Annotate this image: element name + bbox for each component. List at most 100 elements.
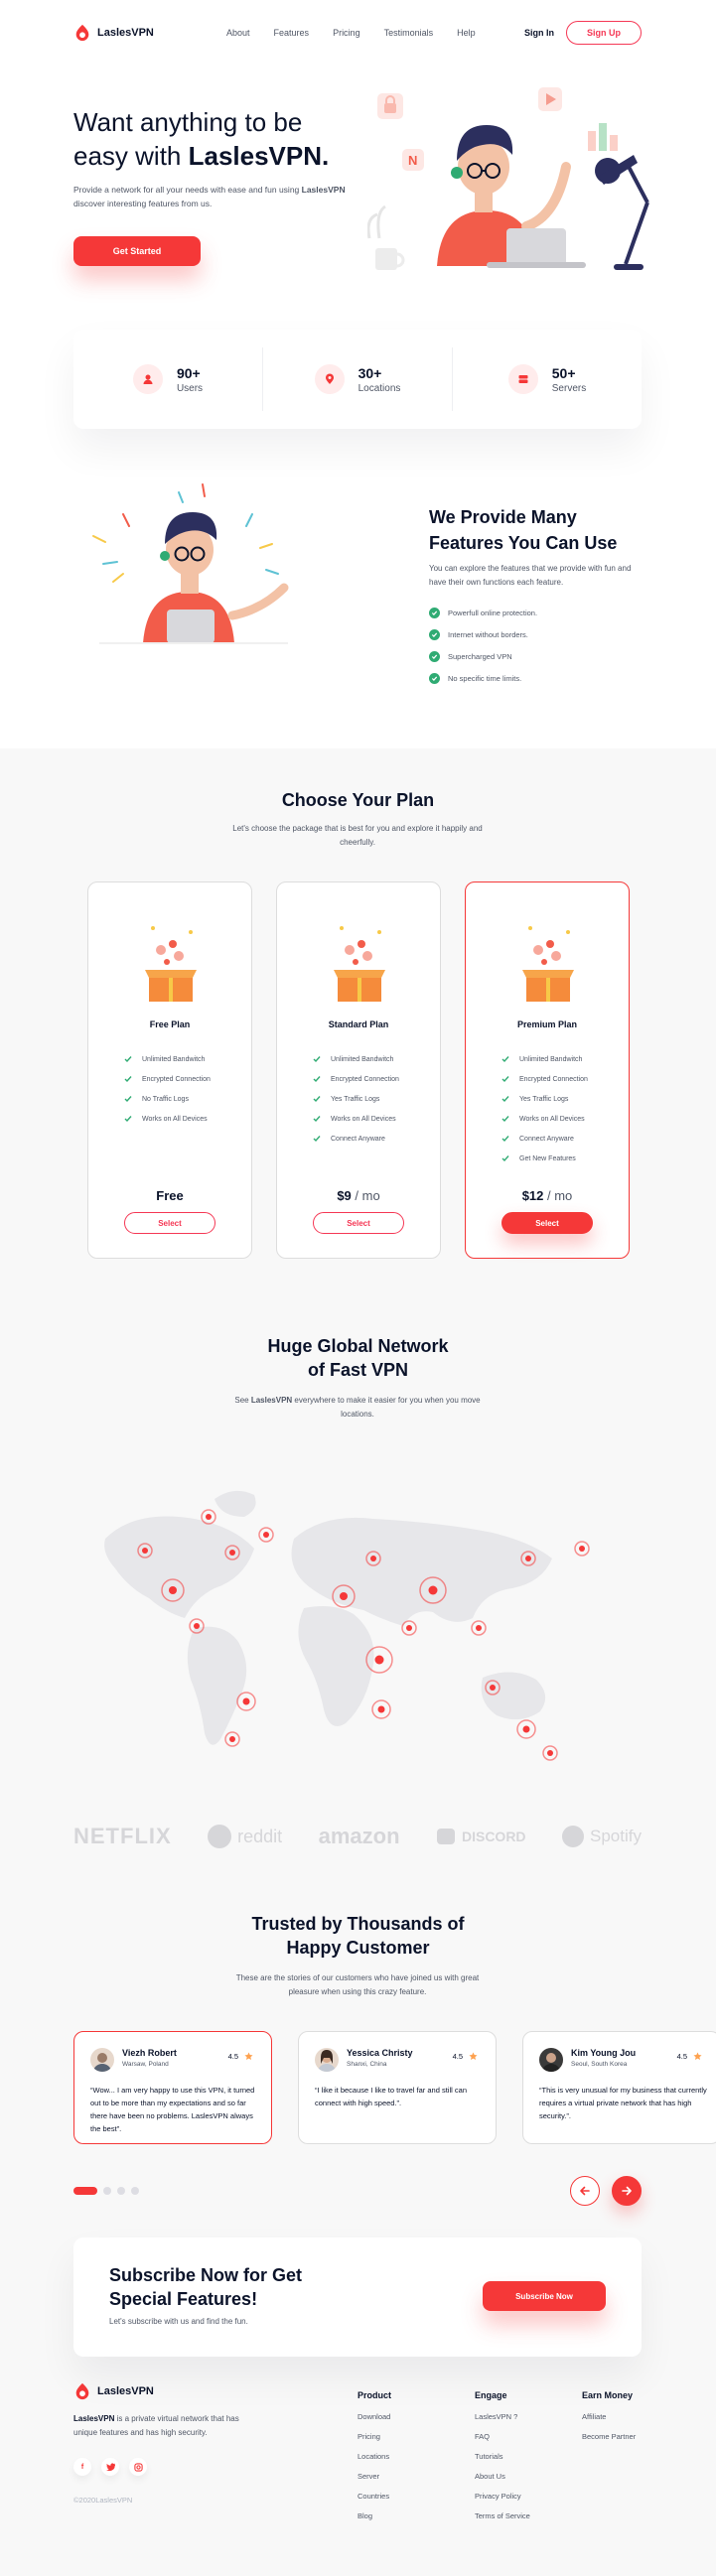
sign-in-link[interactable]: Sign In [524, 28, 554, 38]
footer-link[interactable]: Countries [358, 2492, 391, 2511]
reviewer-location: Shanxi, China [347, 2061, 387, 2068]
rating-value: 4.5 [452, 2052, 463, 2061]
plan-price: $9 / mo [277, 1188, 440, 1203]
sign-up-button[interactable]: Sign Up [566, 21, 642, 45]
check-icon [501, 1136, 509, 1143]
get-started-button[interactable]: Get Started [73, 236, 201, 266]
plan-name: Standard Plan [328, 1019, 389, 1029]
carousel-next-button[interactable] [612, 2176, 642, 2206]
network-title-line2: of Fast VPN [307, 1360, 408, 1380]
navbar: LaslesVPN About Features Pricing Testimo… [0, 0, 716, 66]
footer-link[interactable]: Terms of Service [475, 2511, 530, 2531]
footer-link[interactable]: Blog [358, 2511, 391, 2531]
list-item: Encrypted Connection [313, 1069, 399, 1089]
footer-link[interactable]: Become Partner [582, 2432, 636, 2452]
rating: 4.5 [677, 2052, 702, 2061]
check-icon [124, 1056, 132, 1063]
stat-value: 90+ [176, 364, 201, 381]
carousel-prev-button[interactable] [570, 2176, 600, 2206]
instagram-icon[interactable] [129, 2458, 147, 2476]
select-plan-button[interactable]: Select [124, 1212, 215, 1234]
list-item: Works on All Devices [313, 1109, 399, 1129]
footer-column-engage: Engage LaslesVPN ? FAQ Tutorials About U… [475, 2390, 530, 2531]
subscribe-title: Subscribe Now for Get Special Features! [109, 2265, 303, 2309]
list-item: Get New Features [501, 1149, 588, 1168]
spotify-logo: Spotify [562, 1826, 642, 1847]
plan-card-standard: Standard Plan Unlimited Bandwitch Encryp… [276, 881, 441, 1259]
plan-price: $12 / mo [466, 1188, 629, 1203]
subscribe-banner: Subscribe Now for Get Special Features! … [73, 2237, 642, 2357]
plan-feature: Yes Traffic Logs [331, 1095, 380, 1103]
testimonial-text: “I like it because I like to travel far … [315, 2086, 467, 2107]
feature-label: No specific time limits. [448, 673, 522, 683]
reviewer-name: Yessica Christy [347, 2048, 413, 2058]
footer-link[interactable]: Locations [358, 2452, 391, 2472]
footer-link[interactable]: LaslesVPN ? [475, 2412, 530, 2432]
check-icon [429, 650, 440, 662]
network-desc-pre: See [234, 1396, 251, 1405]
check-icon [124, 1096, 132, 1103]
stat-label: Locations [358, 382, 401, 394]
nav-help[interactable]: Help [457, 28, 476, 38]
hero-title: Want anything to be easy with LaslesVPN. [73, 105, 361, 173]
plan-card-free: Free Plan Unlimited Bandwitch Encrypted … [87, 881, 252, 1259]
footer-link[interactable]: Pricing [358, 2432, 391, 2452]
testimonials-title: Trusted by Thousands of Happy Customer [0, 1912, 716, 1960]
footer-link[interactable]: Privacy Policy [475, 2492, 530, 2511]
network-description: See LaslesVPN everywhere to make it easi… [223, 1394, 492, 1422]
nav-about[interactable]: About [226, 28, 250, 38]
stat-value: 50+ [551, 364, 576, 381]
check-icon [313, 1076, 321, 1083]
plan-feature: Works on All Devices [142, 1115, 208, 1123]
list-item: Yes Traffic Logs [501, 1089, 588, 1109]
brand-label: DISCORD [461, 1829, 526, 1844]
footer-column-product: Product Download Pricing Locations Serve… [358, 2390, 391, 2531]
gift-box-icon [145, 926, 197, 1002]
footer-link[interactable]: Tutorials [475, 2452, 530, 2472]
nav-testimonials[interactable]: Testimonials [384, 28, 434, 38]
stat-locations: 30+ Locations [263, 347, 453, 411]
carousel-dot[interactable] [131, 2187, 139, 2195]
footer-column-title: Product [358, 2390, 392, 2400]
footer-link[interactable]: Affiliate [582, 2412, 636, 2432]
arrow-right-icon [622, 2186, 632, 2196]
check-icon [124, 1116, 132, 1123]
footer-link[interactable]: Download [358, 2412, 391, 2432]
plan-price-value: Free [156, 1188, 184, 1203]
nav-features[interactable]: Features [274, 28, 310, 38]
footer-link[interactable]: Server [358, 2472, 391, 2492]
subscribe-button[interactable]: Subscribe Now [483, 2281, 606, 2311]
check-icon [313, 1116, 321, 1123]
subscribe-description: Let's subscribe with us and find the fun… [109, 2317, 248, 2326]
check-icon [429, 672, 440, 684]
footer-desc-brand: LaslesVPN [73, 2414, 115, 2423]
testimonial-card: Viezh Robert Warsaw, Poland 4.5 “Wow... … [73, 2031, 272, 2144]
svg-text:N: N [408, 153, 417, 168]
reviewer-location: Warsaw, Poland [122, 2061, 169, 2068]
facebook-icon[interactable]: f [73, 2458, 91, 2476]
brand-logo[interactable]: LaslesVPN [73, 24, 154, 42]
plan-feature: Encrypted Connection [331, 1075, 399, 1083]
plan-feature: Get New Features [519, 1154, 576, 1162]
list-item: Supercharged VPN [429, 645, 537, 667]
partner-logos: NETFLIX reddit amazon DISCORD Spotify [73, 1817, 642, 1856]
carousel-dot-active[interactable] [73, 2187, 97, 2195]
stat-servers: 50+ Servers [453, 347, 642, 411]
carousel-dot[interactable] [117, 2187, 125, 2195]
nav-pricing[interactable]: Pricing [333, 28, 360, 38]
plan-name: Premium Plan [516, 1019, 578, 1029]
twitter-icon[interactable] [101, 2458, 119, 2476]
footer-link[interactable]: FAQ [475, 2432, 530, 2452]
check-icon [313, 1096, 321, 1103]
carousel-dot[interactable] [103, 2187, 111, 2195]
plan-price: Free [88, 1188, 251, 1203]
plan-feature: Unlimited Bandwitch [331, 1055, 394, 1063]
select-plan-button[interactable]: Select [501, 1212, 593, 1234]
footer-brand-logo[interactable]: LaslesVPN [73, 2382, 154, 2400]
reviewer-location: Seoul, South Korea [571, 2061, 628, 2068]
plan-features: Unlimited Bandwitch Encrypted Connection… [313, 1049, 399, 1149]
plan-price-value: $12 [521, 1188, 544, 1203]
plan-features: Unlimited Bandwitch Encrypted Connection… [501, 1049, 588, 1168]
footer-link[interactable]: About Us [475, 2472, 530, 2492]
select-plan-button[interactable]: Select [313, 1212, 404, 1234]
